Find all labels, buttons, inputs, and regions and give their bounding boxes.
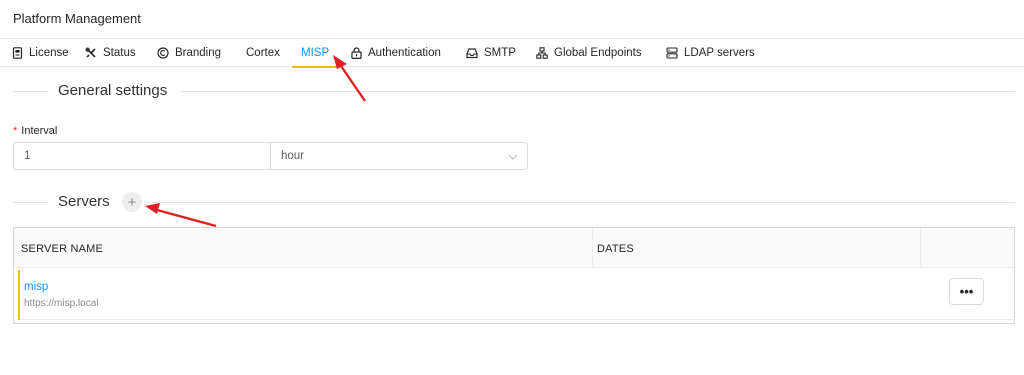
row-actions-button[interactable]: ••• (949, 278, 984, 305)
general-settings-title: General settings (58, 82, 168, 99)
tab-smtp[interactable]: SMTP (466, 39, 516, 67)
server-url: https://misp.local (24, 298, 99, 309)
servers-title: Servers (58, 193, 110, 210)
page-title: Platform Management (13, 11, 141, 26)
tab-ldap-servers[interactable]: LDAP servers (666, 39, 755, 67)
server-name-link[interactable]: misp (24, 281, 48, 293)
tab-label: MISP (301, 47, 330, 59)
tab-branding[interactable]: Branding (157, 39, 221, 67)
tab-label: Cortex (246, 47, 280, 59)
column-separator (592, 228, 593, 268)
tab-label: Global Endpoints (554, 47, 642, 59)
tab-cortex[interactable]: Cortex (246, 39, 280, 67)
tab-label: Status (103, 47, 136, 59)
divider-left (13, 91, 48, 92)
tab-label: Branding (175, 47, 222, 59)
chevron-down-icon (507, 151, 519, 163)
table-row: misp https://misp.local ••• (18, 270, 1014, 320)
column-separator (920, 228, 921, 268)
interval-label-text: Interval (21, 125, 58, 137)
divider-left (13, 202, 48, 203)
arrow-to-add-button (145, 203, 217, 228)
tab-bar: License Status Branding Cortex MISP Auth… (0, 39, 1024, 68)
column-dates[interactable]: DATES (597, 228, 634, 268)
tab-license[interactable]: License (11, 39, 69, 67)
tab-label: Authentication (368, 47, 441, 59)
table-header: SERVER NAME DATES (14, 228, 1014, 268)
row-accent-bar (18, 270, 20, 320)
interval-unit-value: hour (281, 150, 305, 162)
database-icon (666, 47, 678, 59)
plus-icon: + (127, 193, 137, 211)
tools-icon (85, 47, 97, 59)
copyright-icon (157, 47, 169, 59)
tab-label: SMTP (484, 47, 516, 59)
interval-input-group: 1 hour (13, 142, 528, 170)
tab-authentication[interactable]: Authentication (350, 39, 441, 67)
interval-label: * Interval (13, 125, 57, 137)
tab-global-endpoints[interactable]: Global Endpoints (536, 39, 642, 67)
interval-unit-select[interactable]: hour (271, 143, 527, 169)
required-mark: * (13, 125, 18, 137)
license-icon (11, 47, 23, 59)
add-server-button[interactable]: + (122, 192, 142, 212)
divider-right (152, 202, 1015, 203)
tab-misp[interactable]: MISP (291, 39, 339, 68)
interval-number-input[interactable]: 1 (14, 143, 271, 169)
divider-right (181, 91, 1015, 92)
tab-label: LDAP servers (684, 47, 755, 59)
cluster-icon (536, 47, 548, 59)
column-server-name[interactable]: SERVER NAME (21, 228, 103, 268)
page-header: Platform Management (0, 0, 1024, 39)
lock-icon (350, 47, 362, 59)
tab-status[interactable]: Status (85, 39, 136, 67)
inbox-icon (466, 47, 478, 59)
servers-table: SERVER NAME DATES misp https://misp.loca… (13, 227, 1015, 324)
tab-label: License (29, 47, 69, 59)
